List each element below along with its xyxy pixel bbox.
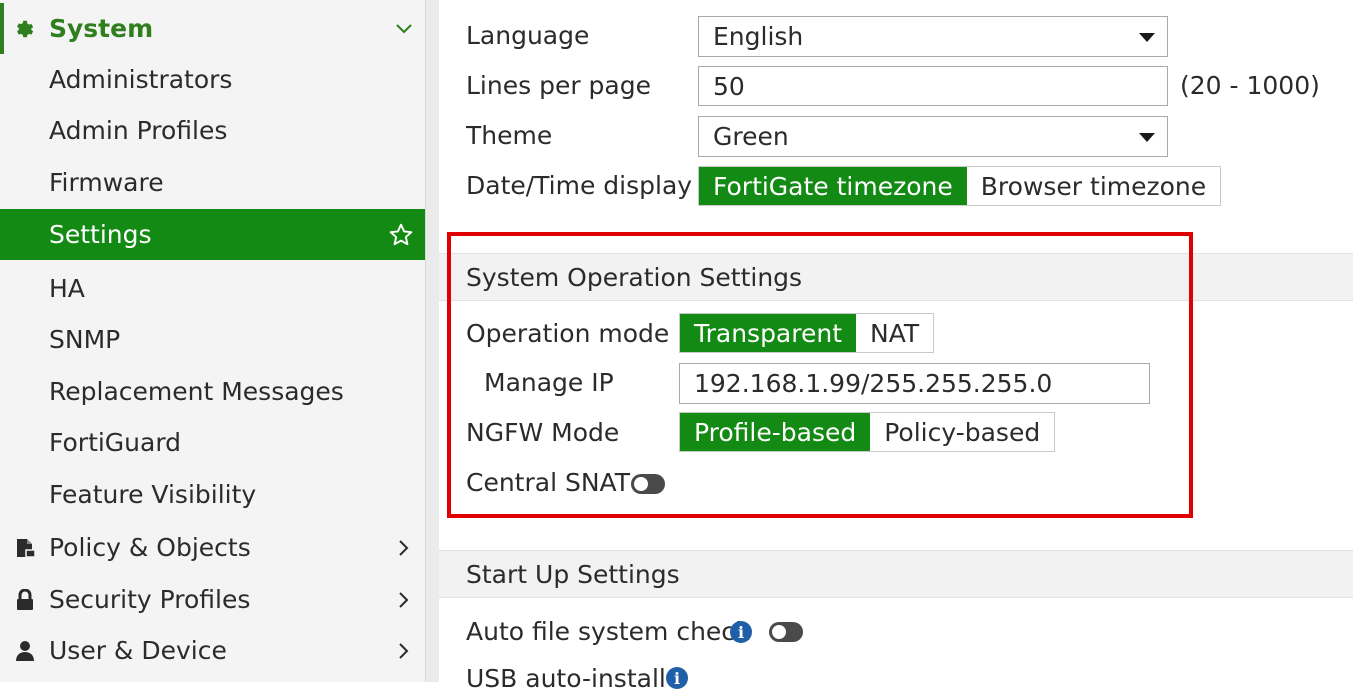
- lines-per-page-value: 50: [713, 71, 745, 101]
- chevron-right-icon: [395, 642, 413, 660]
- usb-auto-install-label: USB auto-install: [466, 664, 666, 693]
- sidebar-item-label: Feature Visibility: [49, 480, 257, 509]
- section-title: Start Up Settings: [466, 559, 680, 589]
- central-snat-switch[interactable]: [631, 474, 665, 494]
- language-label: Language: [466, 21, 590, 50]
- sidebar-item-ha[interactable]: HA: [0, 263, 425, 314]
- active-accent-bar: [0, 3, 4, 54]
- nav-system-label: System: [49, 14, 154, 43]
- sidebar-item-label: SNMP: [49, 325, 121, 354]
- sidebar-item-label: Firmware: [49, 168, 164, 197]
- sidebar-item-fortiguard[interactable]: FortiGuard: [0, 417, 425, 468]
- nav-group-label: Policy & Objects: [49, 533, 251, 562]
- lock-icon: [12, 587, 38, 613]
- nat-option[interactable]: NAT: [856, 314, 934, 352]
- datetime-toggle: FortiGate timezone Browser timezone: [698, 166, 1222, 206]
- manage-ip-label: Manage IP: [484, 368, 614, 397]
- nav-group-label: User & Device: [49, 636, 227, 665]
- fortigate-timezone-option[interactable]: FortiGate timezone: [699, 167, 967, 205]
- nav-group-label: Security Profiles: [49, 585, 251, 614]
- nav-policy-objects[interactable]: Policy & Objects: [0, 522, 425, 573]
- language-select[interactable]: English: [698, 16, 1168, 57]
- sidebar-item-label: Administrators: [49, 65, 233, 94]
- sidebar-item-label: FortiGuard: [49, 428, 182, 457]
- sidebar-item-label: HA: [49, 274, 85, 303]
- policy-based-option[interactable]: Policy-based: [870, 413, 1055, 451]
- auto-fs-check-label: Auto file system check: [466, 617, 750, 646]
- nav-system[interactable]: System: [0, 3, 425, 54]
- ngfw-mode-toggle: Profile-based Policy-based: [679, 412, 1056, 452]
- section-title: System Operation Settings: [466, 262, 803, 292]
- nav-security-profiles[interactable]: Security Profiles: [0, 574, 425, 625]
- sidebar-item-firmware[interactable]: Firmware: [0, 157, 425, 208]
- sidebar-item-administrators[interactable]: Administrators: [0, 54, 425, 105]
- language-value: English: [713, 22, 804, 51]
- theme-select[interactable]: Green: [698, 116, 1168, 157]
- lines-per-page-range: (20 - 1000): [1180, 71, 1320, 100]
- chevron-down-icon: [395, 20, 413, 38]
- profile-based-option[interactable]: Profile-based: [680, 413, 871, 451]
- sidebar-item-settings[interactable]: Settings: [0, 209, 425, 260]
- settings-panel: Language English Lines per page 50 (20 -…: [439, 0, 1353, 693]
- nav-user-device[interactable]: User & Device: [0, 625, 425, 676]
- sidebar-item-label: Admin Profiles: [49, 116, 228, 145]
- auto-fs-check-switch[interactable]: [769, 622, 803, 642]
- lines-per-page-input[interactable]: 50: [698, 66, 1168, 106]
- ngfw-mode-label: NGFW Mode: [466, 418, 620, 447]
- gear-icon: [12, 16, 38, 42]
- theme-value: Green: [713, 122, 789, 151]
- manage-ip-input[interactable]: 192.168.1.99/255.255.255.0: [679, 363, 1150, 404]
- sidebar-item-label: Replacement Messages: [49, 377, 344, 406]
- theme-label: Theme: [466, 121, 553, 150]
- central-snat-label: Central SNAT: [466, 468, 630, 497]
- system-operation-header: System Operation Settings: [439, 253, 1353, 301]
- operation-mode-toggle: Transparent NAT: [679, 313, 935, 353]
- panel-divider[interactable]: [425, 0, 439, 682]
- sidebar: System Administrators Admin Profiles Fir…: [0, 0, 425, 682]
- sidebar-item-replacement-messages[interactable]: Replacement Messages: [0, 366, 425, 417]
- policy-icon: [12, 535, 38, 561]
- chevron-right-icon: [395, 539, 413, 557]
- switch-knob: [772, 625, 786, 639]
- startup-header: Start Up Settings: [439, 550, 1353, 598]
- dropdown-arrow-icon: [1139, 132, 1155, 142]
- transparent-option[interactable]: Transparent: [680, 314, 857, 352]
- sidebar-item-feature-visibility[interactable]: Feature Visibility: [0, 469, 425, 520]
- user-icon: [12, 638, 38, 664]
- dropdown-arrow-icon: [1139, 32, 1155, 42]
- star-icon[interactable]: [387, 221, 415, 249]
- lines-per-page-label: Lines per page: [466, 71, 651, 100]
- datetime-label: Date/Time display: [466, 171, 693, 200]
- browser-timezone-option[interactable]: Browser timezone: [966, 167, 1221, 205]
- sidebar-item-label: Settings: [49, 220, 152, 249]
- operation-mode-label: Operation mode: [466, 319, 670, 348]
- manage-ip-value: 192.168.1.99/255.255.255.0: [694, 369, 1053, 398]
- info-icon[interactable]: i: [666, 667, 688, 689]
- info-icon[interactable]: i: [730, 621, 752, 643]
- switch-knob: [634, 477, 648, 491]
- sidebar-item-snmp[interactable]: SNMP: [0, 314, 425, 365]
- sidebar-item-admin-profiles[interactable]: Admin Profiles: [0, 105, 425, 156]
- chevron-right-icon: [395, 591, 413, 609]
